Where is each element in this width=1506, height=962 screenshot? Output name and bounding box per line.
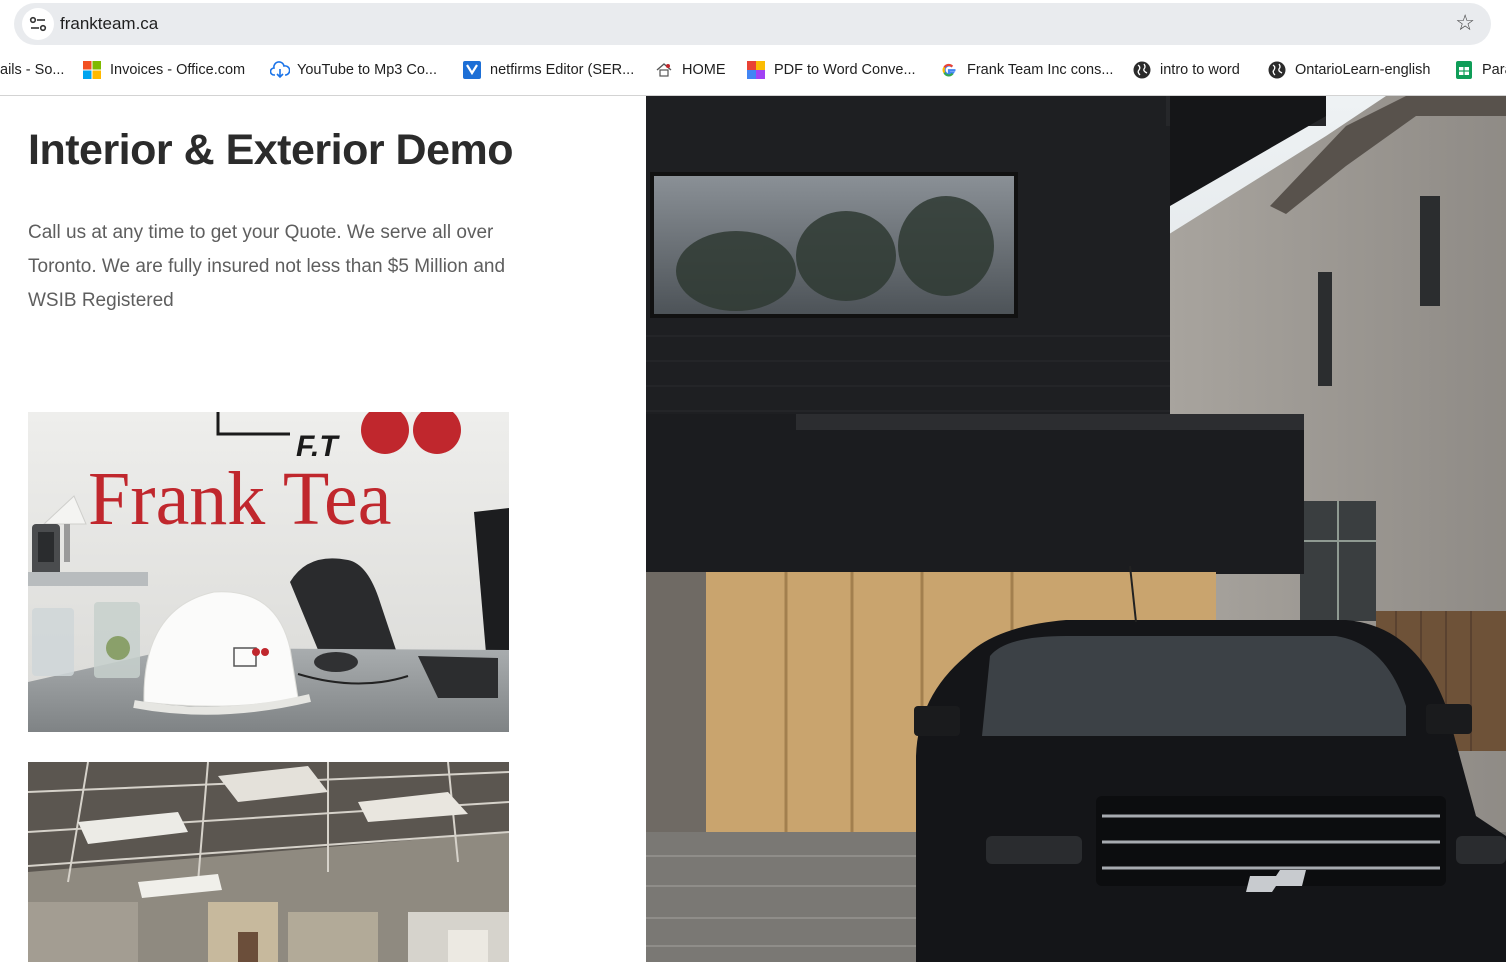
house-favicon-icon <box>655 61 673 79</box>
pdf-converter-icon <box>747 61 765 79</box>
office-photo: F.T Frank Tea <box>28 412 509 732</box>
bookmark-label: PDF to Word Conve... <box>774 62 916 78</box>
bookmark-item[interactable]: ails - So... <box>0 52 64 88</box>
globe-icon <box>1268 61 1286 79</box>
bookmark-label: ails - So... <box>0 62 65 78</box>
bookmark-item[interactable]: YouTube to Mp3 Co... <box>269 52 437 88</box>
bookmark-item[interactable]: Para <box>1455 52 1506 88</box>
wall-sign: Frank Tea <box>88 457 392 541</box>
bookmark-item[interactable]: netfirms Editor (SER... <box>463 52 634 88</box>
url-text[interactable]: frankteam.ca <box>60 14 158 34</box>
page-description: Call us at any time to get your Quote. W… <box>28 222 506 311</box>
sheets-icon <box>1455 61 1473 79</box>
bookmark-item[interactable]: Invoices - Office.com <box>83 52 245 88</box>
bookmark-item[interactable]: PDF to Word Conve... <box>747 52 916 88</box>
bookmark-item[interactable]: Frank Team Inc cons... <box>940 52 1113 88</box>
microsoft-logo-icon <box>83 61 101 79</box>
interior-demolition-photo <box>28 762 509 962</box>
netfirms-icon <box>463 61 481 79</box>
google-g-icon <box>940 61 958 79</box>
globe-icon <box>1133 61 1151 79</box>
bookmark-item[interactable]: OntarioLearn-english <box>1268 52 1430 88</box>
hero-house-photo <box>646 96 1506 962</box>
bookmarks-bar: ails - So... Invoices - Office.com YouTu… <box>0 52 1506 88</box>
content-column: Interior & Exterior Demo Call us at any … <box>0 96 646 962</box>
bookmark-label: Para <box>1482 62 1506 78</box>
address-bar[interactable]: frankteam.ca ☆ <box>14 3 1491 45</box>
bookmark-star-icon[interactable]: ☆ <box>1455 11 1475 35</box>
bookmark-item[interactable]: HOME <box>655 52 726 88</box>
cloud-download-icon <box>269 61 291 79</box>
site-info-icon[interactable] <box>22 8 54 40</box>
bookmark-item[interactable]: intro to word <box>1133 52 1240 88</box>
bookmark-label: Frank Team Inc cons... <box>967 62 1114 78</box>
bookmark-label: OntarioLearn-english <box>1295 62 1431 78</box>
browser-chrome: frankteam.ca ☆ ails - So... Invoices - O… <box>0 0 1506 96</box>
page-title: Interior & Exterior Demo <box>28 126 514 174</box>
bookmark-label: netfirms Editor (SER... <box>490 62 635 78</box>
bookmark-label: YouTube to Mp3 Co... <box>297 62 437 78</box>
bookmark-label: Invoices - Office.com <box>110 62 246 78</box>
bookmark-label: HOME <box>682 62 726 78</box>
bookmark-label: intro to word <box>1160 62 1240 78</box>
